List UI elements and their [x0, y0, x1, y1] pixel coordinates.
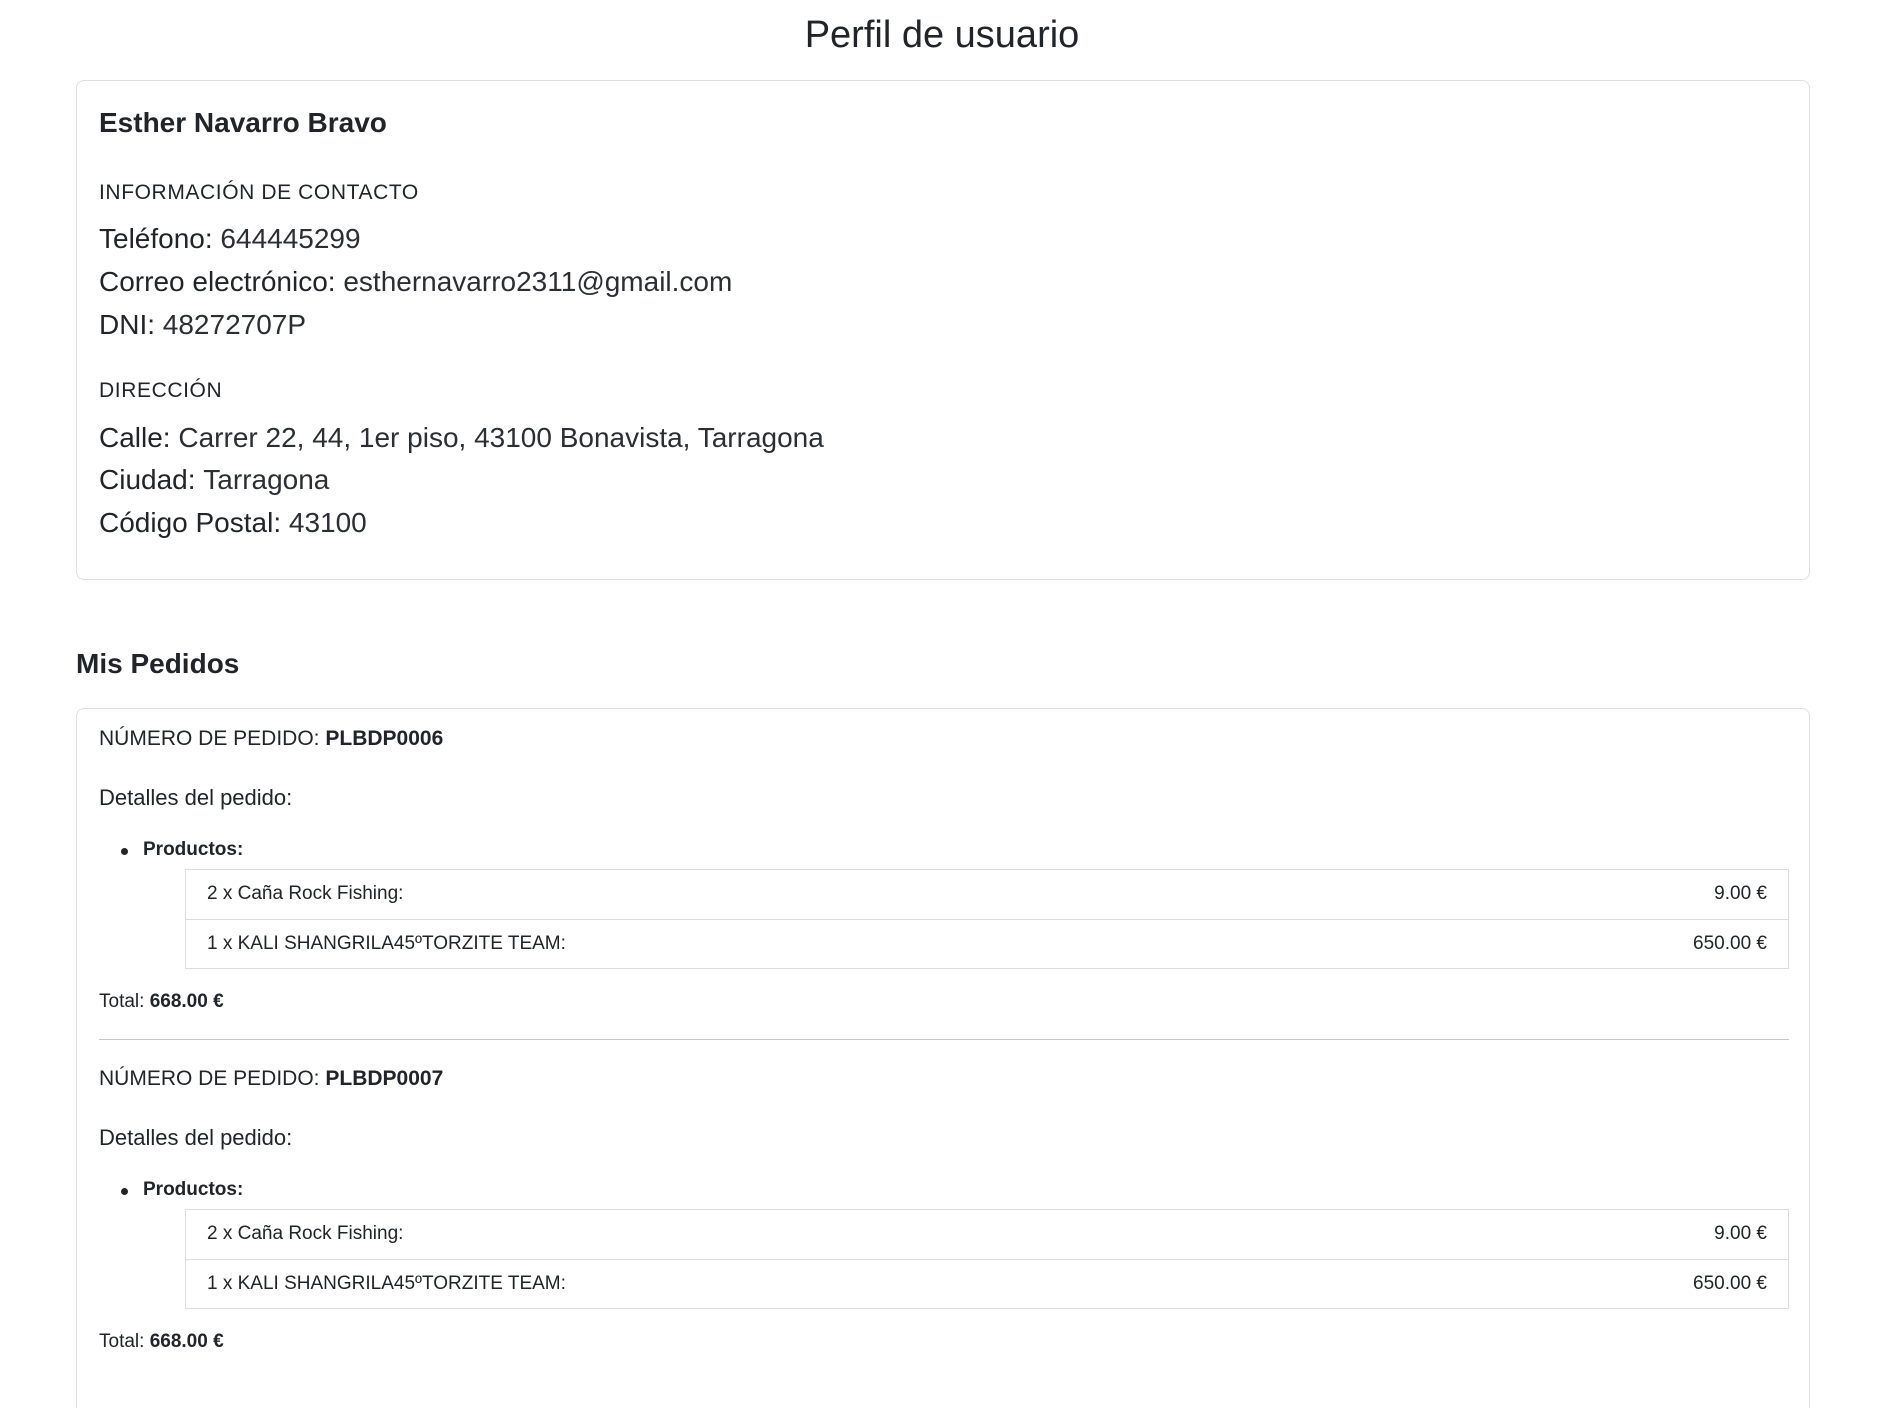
product-price: 9.00 € [1714, 883, 1767, 904]
page-title: Perfil de usuario [804, 14, 1080, 56]
products-label: Productos: [143, 1179, 244, 1200]
street-value: Carrer 22, 44, 1er piso, 43100 Bonavista… [178, 422, 824, 453]
city-label: Ciudad: [99, 464, 196, 495]
bullet-icon [121, 1188, 128, 1195]
products-list-item: Productos: [121, 839, 244, 861]
order-number-line: NÚMERO DE PEDIDO: PLBDP0007 [99, 1067, 443, 1091]
postal-code-label: Código Postal: [99, 507, 282, 538]
order-total-line: Total: 668.00 € [99, 991, 224, 1013]
postal-code-value: 43100 [288, 507, 367, 538]
order-total-line: Total: 668.00 € [99, 1331, 224, 1353]
products-list-item: Productos: [121, 1179, 244, 1201]
order-details-label: Detalles del pedido: [99, 785, 293, 810]
product-name: 1 x KALI SHANGRILA45ºTORZITE TEAM: [207, 933, 566, 954]
order-divider [99, 1039, 1789, 1040]
order-total-value: 668.00 € [149, 1331, 224, 1352]
product-row: 1 x KALI SHANGRILA45ºTORZITE TEAM: 650.0… [186, 1259, 1788, 1308]
phone-label: Teléfono: [99, 223, 213, 254]
email-value: esthernavarro2311@gmail.com [343, 266, 733, 297]
order-number-label: NÚMERO DE PEDIDO: [99, 727, 320, 750]
order-number-value: PLBDP0006 [325, 727, 444, 750]
orders-card: NÚMERO DE PEDIDO: PLBDP0006 Detalles del… [76, 708, 1810, 1408]
orders-heading: Mis Pedidos [76, 648, 240, 679]
order-number-line: NÚMERO DE PEDIDO: PLBDP0006 [99, 727, 443, 751]
user-name: Esther Navarro Bravo [99, 107, 387, 138]
bullet-icon [121, 848, 128, 855]
product-price: 650.00 € [1693, 933, 1767, 954]
order-total-value: 668.00 € [149, 991, 224, 1012]
product-name: 2 x Caña Rock Fishing: [207, 883, 404, 904]
product-row: 1 x KALI SHANGRILA45ºTORZITE TEAM: 650.0… [186, 919, 1788, 968]
email-label: Correo electrónico: [99, 266, 336, 297]
product-name: 1 x KALI SHANGRILA45ºTORZITE TEAM: [207, 1273, 566, 1294]
address-heading: DIRECCIÓN [99, 379, 223, 402]
dni-value: 48272707P [162, 309, 307, 340]
profile-card: Esther Navarro Bravo INFORMACIÓN DE CONT… [76, 80, 1810, 580]
dni-label: DNI: [99, 309, 155, 340]
product-row: 2 x Caña Rock Fishing: 9.00 € [186, 870, 1788, 919]
phone-value: 644445299 [220, 223, 361, 254]
postal-code-line: Código Postal: 43100 [99, 507, 367, 539]
product-row: 2 x Caña Rock Fishing: 9.00 € [186, 1210, 1788, 1259]
dni-line: DNI: 48272707P [99, 309, 306, 341]
order-number-value: PLBDP0007 [325, 1067, 444, 1090]
order-number-label: NÚMERO DE PEDIDO: [99, 1067, 320, 1090]
contact-info-heading: INFORMACIÓN DE CONTACTO [99, 181, 419, 204]
products-label: Productos: [143, 839, 244, 860]
product-name: 2 x Caña Rock Fishing: [207, 1223, 404, 1244]
order-total-label: Total: [99, 1331, 145, 1352]
product-price: 9.00 € [1714, 1223, 1767, 1244]
street-label: Calle: [99, 422, 171, 453]
street-line: Calle: Carrer 22, 44, 1er piso, 43100 Bo… [99, 422, 824, 454]
city-line: Ciudad: Tarragona [99, 464, 329, 496]
products-table: 2 x Caña Rock Fishing: 9.00 € 1 x KALI S… [185, 869, 1789, 969]
city-value: Tarragona [203, 464, 330, 495]
email-line: Correo electrónico: esthernavarro2311@gm… [99, 266, 732, 298]
order-total-label: Total: [99, 991, 145, 1012]
order-details-label: Detalles del pedido: [99, 1125, 293, 1150]
products-table: 2 x Caña Rock Fishing: 9.00 € 1 x KALI S… [185, 1209, 1789, 1309]
product-price: 650.00 € [1693, 1273, 1767, 1294]
phone-line: Teléfono: 644445299 [99, 223, 361, 255]
